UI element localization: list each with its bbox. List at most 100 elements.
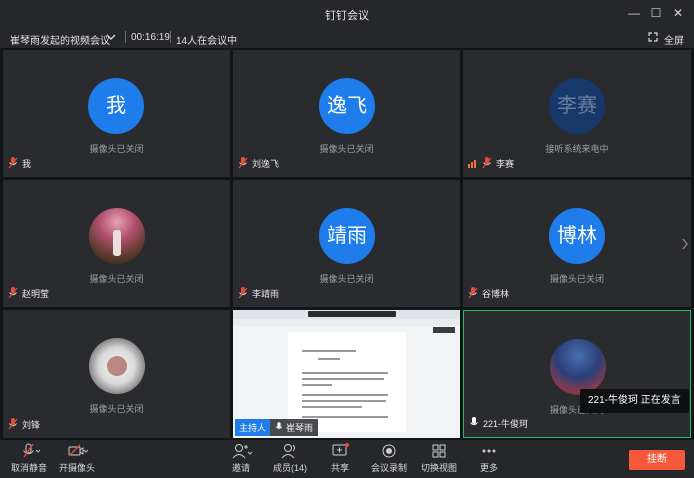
avatar: 靖雨 [319,208,375,264]
mic-muted-icon [238,287,248,299]
camera-off-text: 摄像头已关闭 [89,274,144,284]
chevron-down-icon[interactable] [106,33,116,41]
participant-name-label: 谷博林 [482,288,510,299]
mic-muted-icon [23,443,41,458]
participant-name: 李赛 [468,156,514,170]
record-icon [382,444,396,458]
video-grid: 我 摄像头已关闭 我 逸飞 摄像头已关闭 刘逸飞 李赛 接听系统来电中 李赛 摄… [0,48,694,440]
hang-up-button[interactable]: 挂断 [629,450,685,470]
video-tile-participant[interactable]: 摄像头已关闭 刘锋 [3,310,230,438]
title-bar: 钉钉会议 — ☐ ✕ [0,0,694,26]
participant-name-label: 221-牛俊珂 [483,418,529,429]
record-label: 会议录制 [370,463,407,473]
more-button[interactable]: 更多 [464,443,514,474]
signal-weak-icon [468,160,476,168]
meeting-info-bar: 崔琴雨发起的视频会议 00:16:19 14人在会议中 全屏 [0,26,694,48]
mic-muted-icon [482,157,492,169]
avatar-photo [550,339,606,395]
participant-name-label: 刘逸飞 [252,158,280,169]
divider [125,31,126,43]
unmute-label: 取消静音 [10,463,47,473]
chevron-right-icon[interactable] [681,238,689,250]
video-tile-participant[interactable]: 博林 摄像头已关闭 谷博林 [463,180,691,307]
record-button[interactable]: 会议录制 [364,443,414,474]
switch-view-button[interactable]: 切换视图 [414,443,464,474]
video-tile-participant[interactable]: 李赛 接听系统来电中 李赛 [463,50,691,177]
participant-name-label: 李靖雨 [252,288,280,299]
members-button[interactable]: 成员(14) [265,443,315,474]
avatar: 我 [88,78,144,134]
share-control-bar [308,311,396,317]
mic-muted-icon [8,418,18,430]
on-call-status-text: 接听系统来电中 [545,144,609,154]
members-icon [281,444,295,459]
start-camera-button[interactable]: 开摄像头 [52,443,102,474]
avatar: 李赛 [549,78,605,134]
participant-name: 李靖雨 [238,286,279,300]
window-title: 钉钉会议 [325,10,369,22]
more-icon [482,449,496,453]
video-tile-participant[interactable]: 靖雨 摄像头已关闭 李靖雨 [233,180,460,307]
video-tile-me[interactable]: 我 摄像头已关闭 我 [3,50,230,177]
maximize-button[interactable]: ☐ [645,3,667,23]
camera-off-icon [68,444,89,457]
divider [170,31,171,43]
fullscreen-icon[interactable] [648,32,658,42]
mic-muted-icon [8,287,18,299]
camera-off-text: 摄像头已关闭 [319,274,374,284]
participant-name-label: 崔琴雨 [286,422,314,433]
unmute-button[interactable]: 取消静音 [4,443,54,474]
shared-app-toolbar [233,319,460,326]
shared-document-page [288,332,406,432]
camera-off-text: 摄像头已关闭 [89,404,144,414]
mic-muted-icon [238,157,248,169]
meeting-name[interactable]: 崔琴雨发起的视频会议 [10,32,110,47]
start-camera-label: 开摄像头 [58,463,95,473]
avatar-photo [89,208,145,264]
mic-icon [470,417,478,426]
camera-off-text: 摄像头已关闭 [319,144,374,154]
participant-count: 14人在会议中 [176,36,238,47]
minimize-button[interactable]: — [623,3,645,23]
add-user-icon [232,444,253,459]
avatar: 逸飞 [319,78,375,134]
more-label: 更多 [479,463,498,473]
participant-name: 我 [8,156,31,170]
video-tile-active-speaker[interactable]: 摄像头已关闭 221-牛俊珂 正在发言 221-牛俊珂 [463,310,691,438]
participant-name: 谷博林 [468,286,509,300]
presenter-label: 主持人 崔琴雨 [235,418,319,436]
screen-share-tile[interactable]: 主持人 崔琴雨 [233,310,460,438]
speaking-tooltip: 221-牛俊珂 正在发言 [580,389,689,413]
meeting-duration: 00:16:19 [131,32,170,43]
participant-name: 赵明莹 [8,286,49,300]
share-screen-icon [332,443,349,456]
participant-name: 刘逸飞 [238,156,279,170]
grid-view-icon [432,444,446,458]
video-tile-participant[interactable]: 逸飞 摄像头已关闭 刘逸飞 [233,50,460,177]
avatar: 博林 [549,208,605,264]
camera-off-text: 摄像头已关闭 [89,144,144,154]
invite-button[interactable]: 邀请 [216,443,266,474]
share-label: 共享 [330,463,349,473]
mic-muted-icon [8,157,18,169]
shared-app-panel [433,327,455,333]
share-screen-button[interactable]: 共享 [315,443,365,474]
host-badge: 主持人 [235,418,271,436]
switch-view-label: 切换视图 [420,463,457,473]
participant-name-label: 李赛 [496,158,515,169]
meeting-toolbar: 取消静音 开摄像头 邀请 成员(14) 共享 会议录制 切换视图 更多 [0,440,694,478]
participant-name-label: 刘锋 [22,419,41,430]
camera-off-text: 摄像头已关闭 [549,274,604,284]
participant-name-label: 赵明莹 [22,288,50,299]
close-button[interactable]: ✕ [667,3,689,23]
mic-muted-icon [468,287,478,299]
participant-name: 刘锋 [8,417,40,431]
mic-icon [275,422,283,429]
video-tile-participant[interactable]: 摄像头已关闭 赵明莹 [3,180,230,307]
invite-label: 邀请 [231,463,250,473]
members-label: 成员(14) [272,463,307,473]
fullscreen-label[interactable]: 全屏 [664,32,684,47]
participant-name-label: 我 [22,158,32,169]
avatar-photo [89,338,145,394]
participant-name: 221-牛俊珂 [469,416,528,430]
